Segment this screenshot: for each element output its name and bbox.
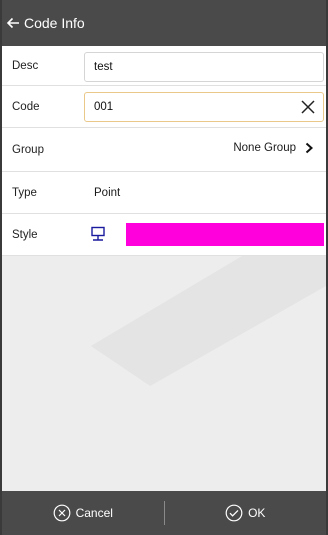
type-label: Type [12, 186, 37, 199]
ok-label: OK [248, 506, 266, 520]
code-row: Code [2, 86, 326, 128]
code-label: Code [12, 100, 40, 113]
desc-label: Desc [12, 59, 39, 72]
desc-row: Desc [2, 46, 326, 86]
group-value: None Group [233, 142, 296, 154]
group-label: Group [12, 143, 44, 156]
bottom-action-bar: Cancel OK [2, 491, 326, 535]
page-title: Code Info [24, 15, 85, 31]
cancel-circle-icon [53, 504, 70, 522]
type-row: Type Point [2, 172, 326, 214]
point-style-icon[interactable] [90, 226, 106, 242]
style-row: Style [2, 214, 326, 256]
cancel-label: Cancel [75, 506, 113, 520]
ok-check-circle-icon [225, 504, 243, 522]
group-row[interactable]: Group None Group [2, 128, 326, 172]
style-color-swatch[interactable] [126, 223, 324, 246]
cancel-button[interactable]: Cancel [2, 491, 164, 535]
clear-icon[interactable] [300, 99, 316, 115]
ok-button[interactable]: OK [165, 491, 327, 535]
type-value: Point [94, 186, 121, 199]
style-label: Style [12, 228, 38, 241]
code-info-form: Desc Code Group None Group Type Point St… [2, 46, 326, 256]
desc-field[interactable] [84, 52, 324, 82]
title-bar: Code Info [2, 0, 326, 46]
code-field[interactable] [84, 92, 324, 122]
back-arrow-icon[interactable] [6, 16, 20, 30]
chevron-right-icon [305, 142, 313, 154]
group-selector[interactable]: None Group [233, 128, 314, 168]
